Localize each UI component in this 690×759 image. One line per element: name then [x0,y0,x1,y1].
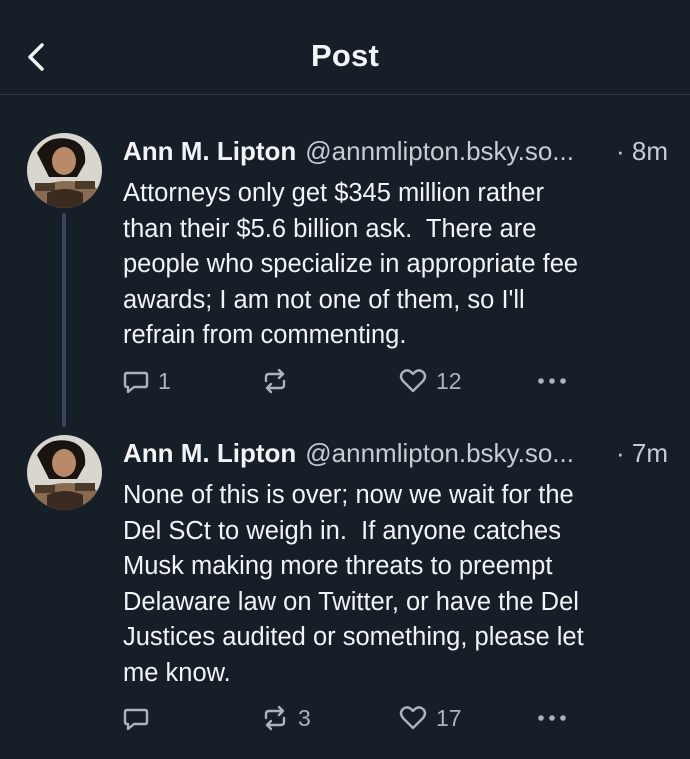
post-actions: 1 12 [122,366,582,396]
author-name[interactable]: Ann M. Lipton [123,438,296,469]
avatar[interactable] [27,435,102,510]
timestamp: · 7m [616,438,668,468]
post-header: Ann M. Lipton @annmlipton.bsky.so... · 8… [123,136,668,170]
post-header: Ann M. Lipton @annmlipton.bsky.so... · 7… [123,438,668,472]
like-count: 12 [436,367,462,394]
post-text: None of this is over; now we wait for th… [123,481,584,687]
author-handle[interactable]: @annmlipton.bsky.so... [305,438,606,469]
reply-icon [123,708,149,731]
heart-icon [399,369,427,393]
heart-icon [399,706,427,730]
more-dots-icon [538,715,566,721]
reply-icon [123,371,149,394]
profile-photo [27,133,102,208]
avatar[interactable] [27,133,102,208]
author-name[interactable]: Ann M. Lipton [123,136,296,167]
repost-icon [264,705,286,731]
reply-button[interactable] [122,703,158,733]
post-actions: 3 17 [122,703,582,733]
repost-button[interactable] [260,366,298,396]
thread-line [62,213,66,427]
more-options-button[interactable] [536,366,568,396]
timestamp: · 8m [616,136,668,166]
more-options-button[interactable] [536,703,568,733]
like-button[interactable]: 17 [398,703,462,733]
repost-button[interactable]: 3 [260,703,311,733]
top-bar: Post [0,0,690,95]
reply-count: 1 [158,367,171,394]
reply-button[interactable]: 1 [122,366,171,396]
page-title: Post [311,38,379,73]
like-button[interactable]: 12 [398,366,462,396]
like-count: 17 [436,704,462,731]
repost-icon [264,368,286,394]
profile-photo [27,435,102,510]
author-handle[interactable]: @annmlipton.bsky.so... [305,136,606,167]
more-dots-icon [538,378,566,384]
repost-count: 3 [298,704,311,731]
post-text: Attorneys only get $345 million rather t… [123,179,579,349]
